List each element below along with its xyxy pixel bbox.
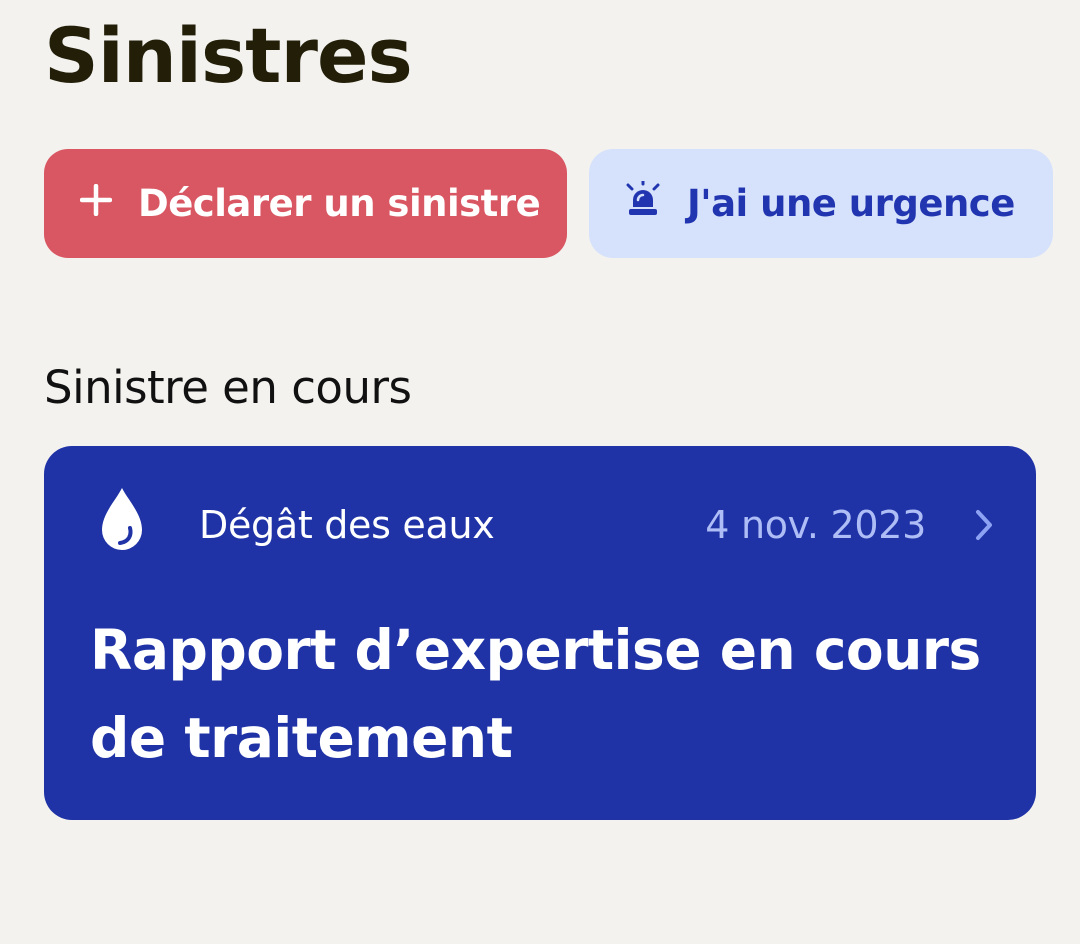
claim-card[interactable]: Dégât des eaux 4 nov. 2023 Rapport d’exp… bbox=[44, 446, 1036, 820]
claim-status: Rapport d’expertise en cours de traiteme… bbox=[90, 618, 981, 770]
emergency-label: J'ai une urgence bbox=[687, 182, 1015, 225]
section-title-current-claims: Sinistre en cours bbox=[44, 361, 412, 414]
page-title: Sinistres bbox=[44, 11, 413, 100]
claim-type: Dégât des eaux bbox=[199, 503, 495, 547]
declare-claim-label: Déclarer un sinistre bbox=[138, 182, 541, 225]
water-drop-icon bbox=[100, 486, 144, 554]
claim-date: 4 nov. 2023 bbox=[705, 503, 926, 547]
emergency-button[interactable]: J'ai une urgence bbox=[589, 149, 1053, 258]
plus-icon bbox=[79, 182, 113, 225]
chevron-right-icon bbox=[972, 508, 996, 542]
siren-icon bbox=[625, 179, 661, 226]
declare-claim-button[interactable]: Déclarer un sinistre bbox=[44, 149, 567, 258]
